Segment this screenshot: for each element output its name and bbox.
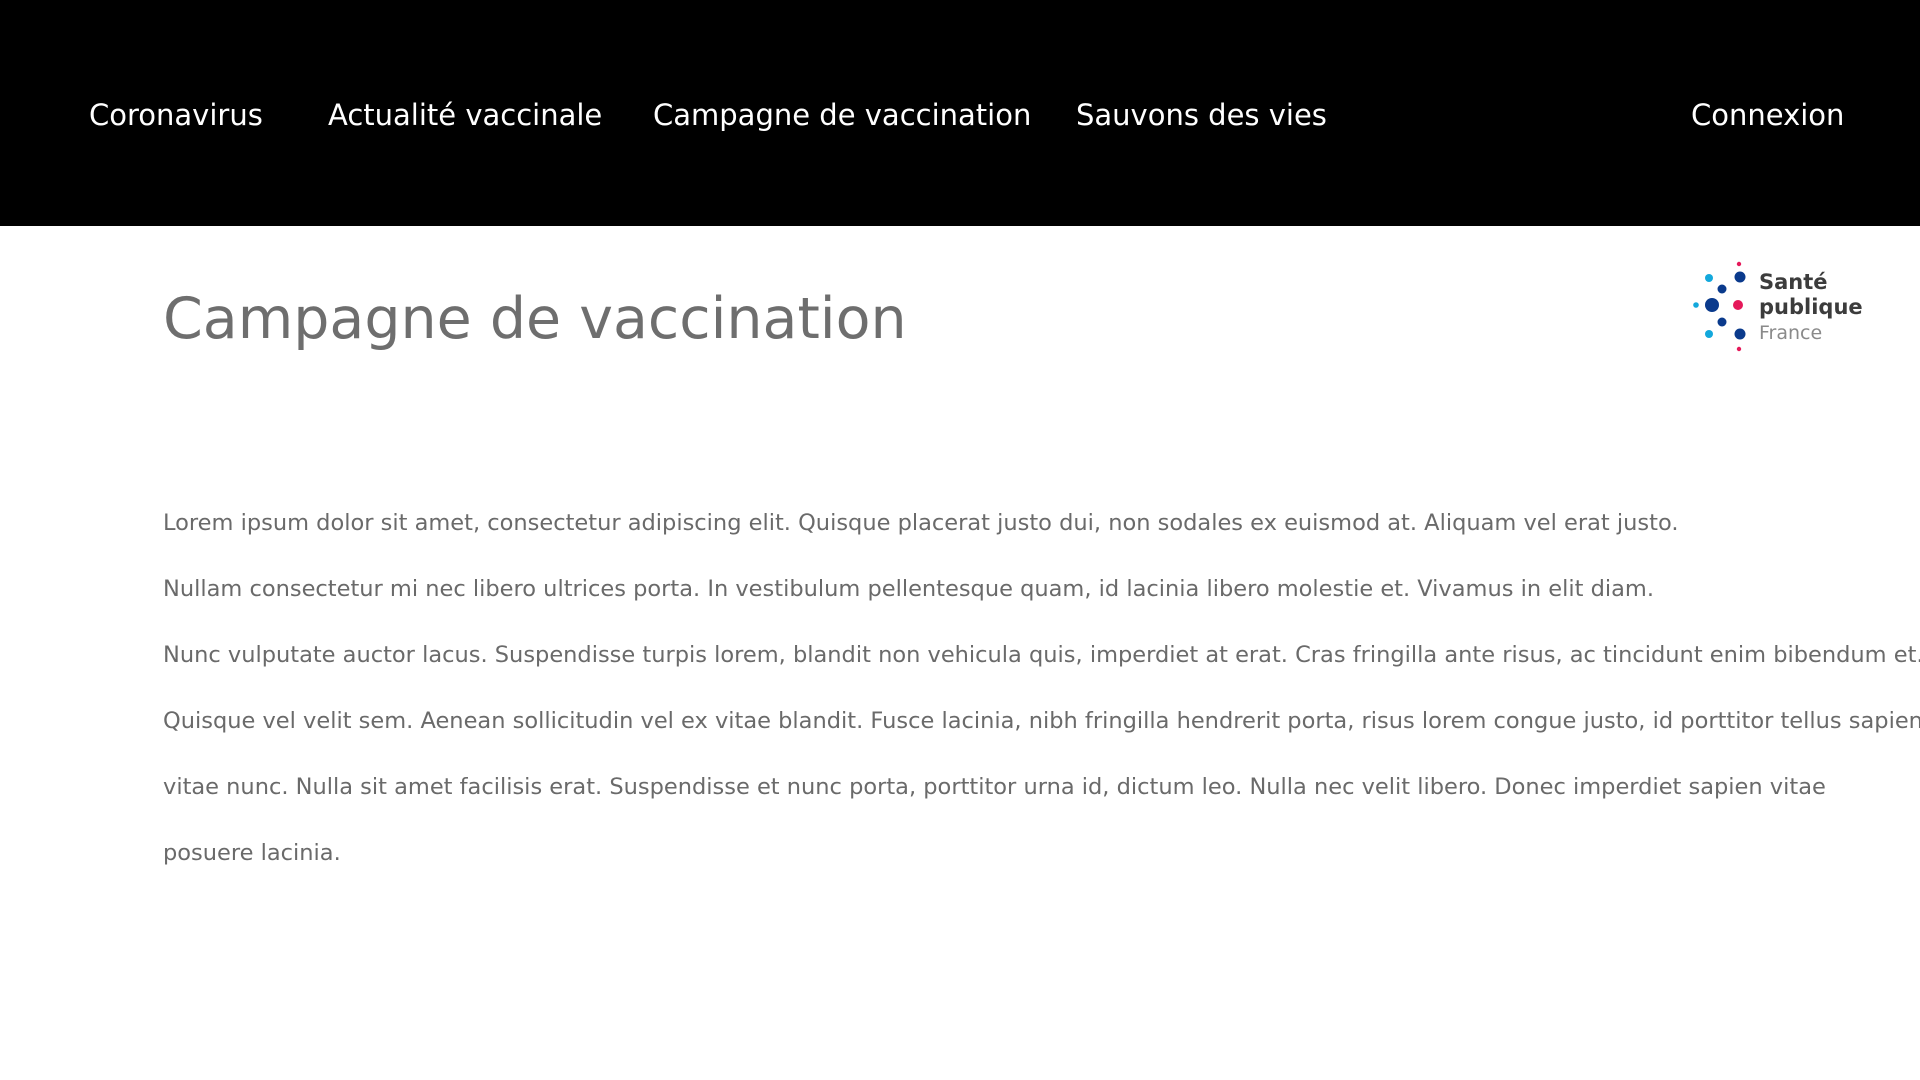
top-navigation-bar: Coronavirus Actualité vaccinale Campagne…: [0, 0, 1920, 226]
login-link[interactable]: Connexion: [1691, 97, 1844, 133]
logo-text-sante: Santé: [1759, 270, 1828, 294]
body-text-line: posuere lacinia.: [163, 840, 341, 866]
nav-item-coronavirus[interactable]: Coronavirus: [89, 97, 263, 133]
body-text: Lorem ipsum dolor sit amet, consectetur …: [163, 490, 1920, 886]
body-text-line: Nullam consectetur mi nec libero ultrice…: [163, 576, 1654, 602]
body-text-line: Lorem ipsum dolor sit amet, consectetur …: [163, 510, 1679, 536]
nav-item-campagne-de-vaccination[interactable]: Campagne de vaccination: [653, 97, 1031, 133]
body-text-line: Quisque vel velit sem. Aenean sollicitud…: [163, 708, 1920, 734]
logo-dots-icon: [1693, 261, 1746, 352]
logo-text-publique: publique: [1759, 295, 1863, 319]
body-text-line: Nunc vulputate auctor lacus. Suspendisse…: [163, 642, 1920, 668]
logo-text-france: France: [1759, 322, 1823, 344]
nav-item-sauvons-des-vies[interactable]: Sauvons des vies: [1076, 97, 1327, 133]
body-text-line: vitae nunc. Nulla sit amet facilisis era…: [163, 774, 1826, 800]
nav-item-actualite-vaccinale[interactable]: Actualité vaccinale: [328, 97, 602, 133]
page-title: Campagne de vaccination: [163, 286, 907, 352]
sante-publique-france-logo: Santé publique France: [1690, 258, 1863, 356]
